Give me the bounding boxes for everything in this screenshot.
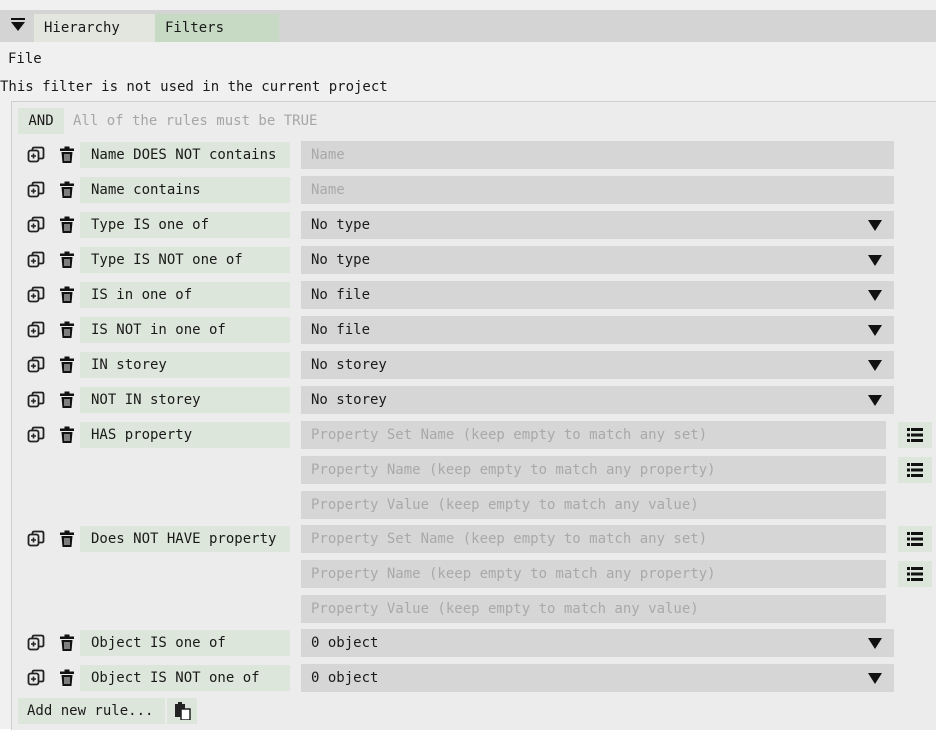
- copy-icon[interactable]: [27, 356, 45, 374]
- copy-icon[interactable]: [27, 426, 45, 444]
- triangle-down-icon[interactable]: [11, 18, 25, 32]
- rule-dropdown[interactable]: No storey: [301, 351, 894, 379]
- trash-icon[interactable]: [58, 530, 76, 548]
- tab-hierarchy[interactable]: Hierarchy: [34, 14, 173, 42]
- dropdown-value: 0 object: [311, 635, 379, 651]
- paste-rule-button[interactable]: [167, 698, 197, 724]
- list-icon[interactable]: [898, 526, 932, 552]
- trash-icon[interactable]: [58, 146, 76, 164]
- copy-icon[interactable]: [27, 321, 45, 339]
- tab-filters[interactable]: Filters: [155, 14, 279, 42]
- dropdown-arrow-icon: [868, 290, 882, 301]
- dropdown-arrow-icon: [868, 395, 882, 406]
- property-set-input[interactable]: Property Set Name (keep empty to match a…: [301, 525, 886, 553]
- trash-icon[interactable]: [58, 634, 76, 652]
- copy-icon[interactable]: [27, 216, 45, 234]
- rule-label[interactable]: IS in one of: [80, 282, 290, 308]
- rule-dropdown[interactable]: 0 object: [301, 629, 894, 657]
- dropdown-arrow-icon: [868, 360, 882, 371]
- rule-dropdown[interactable]: No file: [301, 281, 894, 309]
- rule-label[interactable]: Type IS NOT one of: [80, 247, 290, 273]
- copy-icon[interactable]: [27, 634, 45, 652]
- list-icon[interactable]: [898, 422, 932, 448]
- menu-file[interactable]: File: [8, 50, 42, 68]
- rule-label[interactable]: Object IS one of: [80, 630, 290, 656]
- rule-dropdown[interactable]: No file: [301, 316, 894, 344]
- rule-label[interactable]: Name contains: [80, 177, 290, 203]
- rule-label[interactable]: NOT IN storey: [80, 387, 290, 413]
- paste-icon: [175, 702, 191, 720]
- rule-label[interactable]: IN storey: [80, 352, 290, 378]
- copy-icon[interactable]: [27, 286, 45, 304]
- rule-dropdown[interactable]: No storey: [301, 386, 894, 414]
- rule-text-input[interactable]: Name: [301, 141, 894, 169]
- rule-text-input[interactable]: Name: [301, 176, 894, 204]
- dropdown-arrow-icon: [868, 673, 882, 684]
- dropdown-arrow-icon: [868, 638, 882, 649]
- dropdown-value: No file: [311, 322, 371, 338]
- trash-icon[interactable]: [58, 669, 76, 687]
- logic-operator-button[interactable]: AND: [18, 108, 64, 134]
- list-icon[interactable]: [898, 457, 932, 483]
- property-name-input[interactable]: Property Name (keep empty to match any p…: [301, 560, 886, 588]
- property-name-input[interactable]: Property Name (keep empty to match any p…: [301, 456, 886, 484]
- copy-icon[interactable]: [27, 391, 45, 409]
- rule-dropdown[interactable]: No type: [301, 211, 894, 239]
- trash-icon[interactable]: [58, 216, 76, 234]
- rule-label[interactable]: IS NOT in one of: [80, 317, 290, 343]
- property-value-input[interactable]: Property Value (keep empty to match any …: [301, 491, 886, 519]
- copy-icon[interactable]: [27, 530, 45, 548]
- rule-dropdown[interactable]: 0 object: [301, 664, 894, 692]
- copy-icon[interactable]: [27, 146, 45, 164]
- trash-icon[interactable]: [58, 321, 76, 339]
- dropdown-value: No type: [311, 217, 371, 233]
- trash-icon[interactable]: [58, 391, 76, 409]
- rule-label[interactable]: Type IS one of: [80, 212, 290, 238]
- copy-icon[interactable]: [27, 181, 45, 199]
- filter-notice: This filter is not used in the current p…: [0, 79, 388, 95]
- trash-icon[interactable]: [58, 426, 76, 444]
- dropdown-value: 0 object: [311, 670, 379, 686]
- dropdown-value: No storey: [311, 357, 387, 373]
- property-set-input[interactable]: Property Set Name (keep empty to match a…: [301, 421, 886, 449]
- trash-icon[interactable]: [58, 251, 76, 269]
- dropdown-value: No file: [311, 287, 371, 303]
- dropdown-arrow-icon: [868, 220, 882, 231]
- dropdown-arrow-icon: [868, 325, 882, 336]
- trash-icon[interactable]: [58, 181, 76, 199]
- copy-icon[interactable]: [27, 669, 45, 687]
- rule-label[interactable]: Does NOT HAVE property: [80, 526, 290, 552]
- rule-label[interactable]: Object IS NOT one of: [80, 665, 290, 691]
- dropdown-value: No storey: [311, 392, 387, 408]
- list-icon[interactable]: [898, 561, 932, 587]
- copy-icon[interactable]: [27, 251, 45, 269]
- rule-label[interactable]: Name DOES NOT contains: [80, 142, 290, 168]
- dropdown-arrow-icon: [868, 255, 882, 266]
- logic-hint: All of the rules must be TRUE: [73, 113, 318, 129]
- property-value-input[interactable]: Property Value (keep empty to match any …: [301, 595, 886, 623]
- rule-dropdown[interactable]: No type: [301, 246, 894, 274]
- dropdown-value: No type: [311, 252, 371, 268]
- trash-icon[interactable]: [58, 286, 76, 304]
- trash-icon[interactable]: [58, 356, 76, 374]
- rule-label[interactable]: HAS property: [80, 422, 290, 448]
- add-rule-button[interactable]: Add new rule...: [18, 698, 165, 724]
